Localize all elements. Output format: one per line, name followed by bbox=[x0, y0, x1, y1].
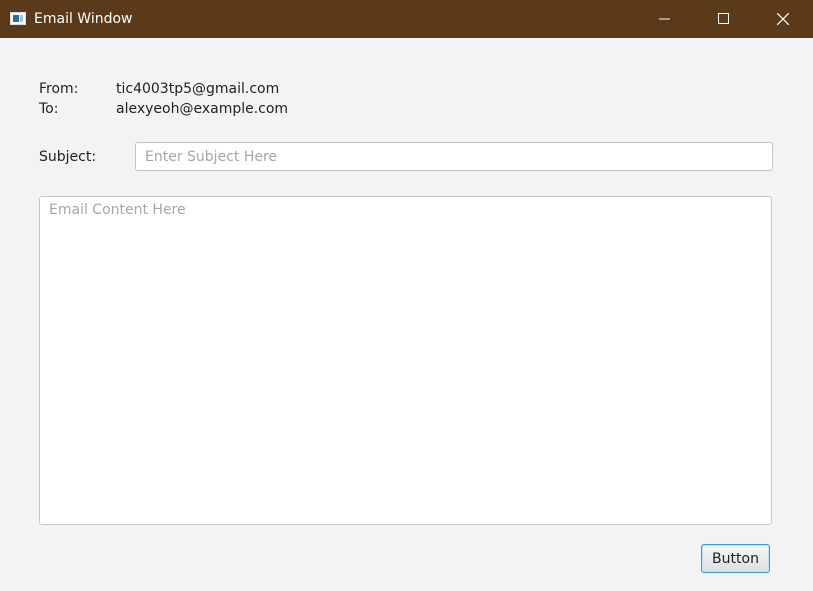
minimize-icon bbox=[659, 18, 670, 20]
from-address: tic4003tp5@gmail.com bbox=[116, 81, 280, 97]
window-title: Email Window bbox=[34, 11, 133, 27]
title-bar: Email Window bbox=[0, 0, 813, 38]
maximize-icon bbox=[718, 13, 729, 24]
to-label: To: bbox=[39, 101, 59, 117]
email-content-textarea[interactable] bbox=[39, 196, 772, 525]
to-address: alexyeoh@example.com bbox=[116, 101, 289, 117]
close-icon bbox=[777, 13, 789, 25]
email-window: Email Window From: tic4003tp5@gmail.com … bbox=[0, 0, 813, 591]
subject-input[interactable] bbox=[135, 142, 773, 171]
minimize-button[interactable] bbox=[642, 0, 688, 38]
subject-label: Subject: bbox=[39, 149, 97, 165]
close-button[interactable] bbox=[760, 0, 806, 38]
maximize-button[interactable] bbox=[701, 0, 747, 38]
from-label: From: bbox=[39, 81, 79, 97]
action-button[interactable]: Button bbox=[701, 544, 770, 573]
window-app-icon bbox=[10, 12, 26, 25]
